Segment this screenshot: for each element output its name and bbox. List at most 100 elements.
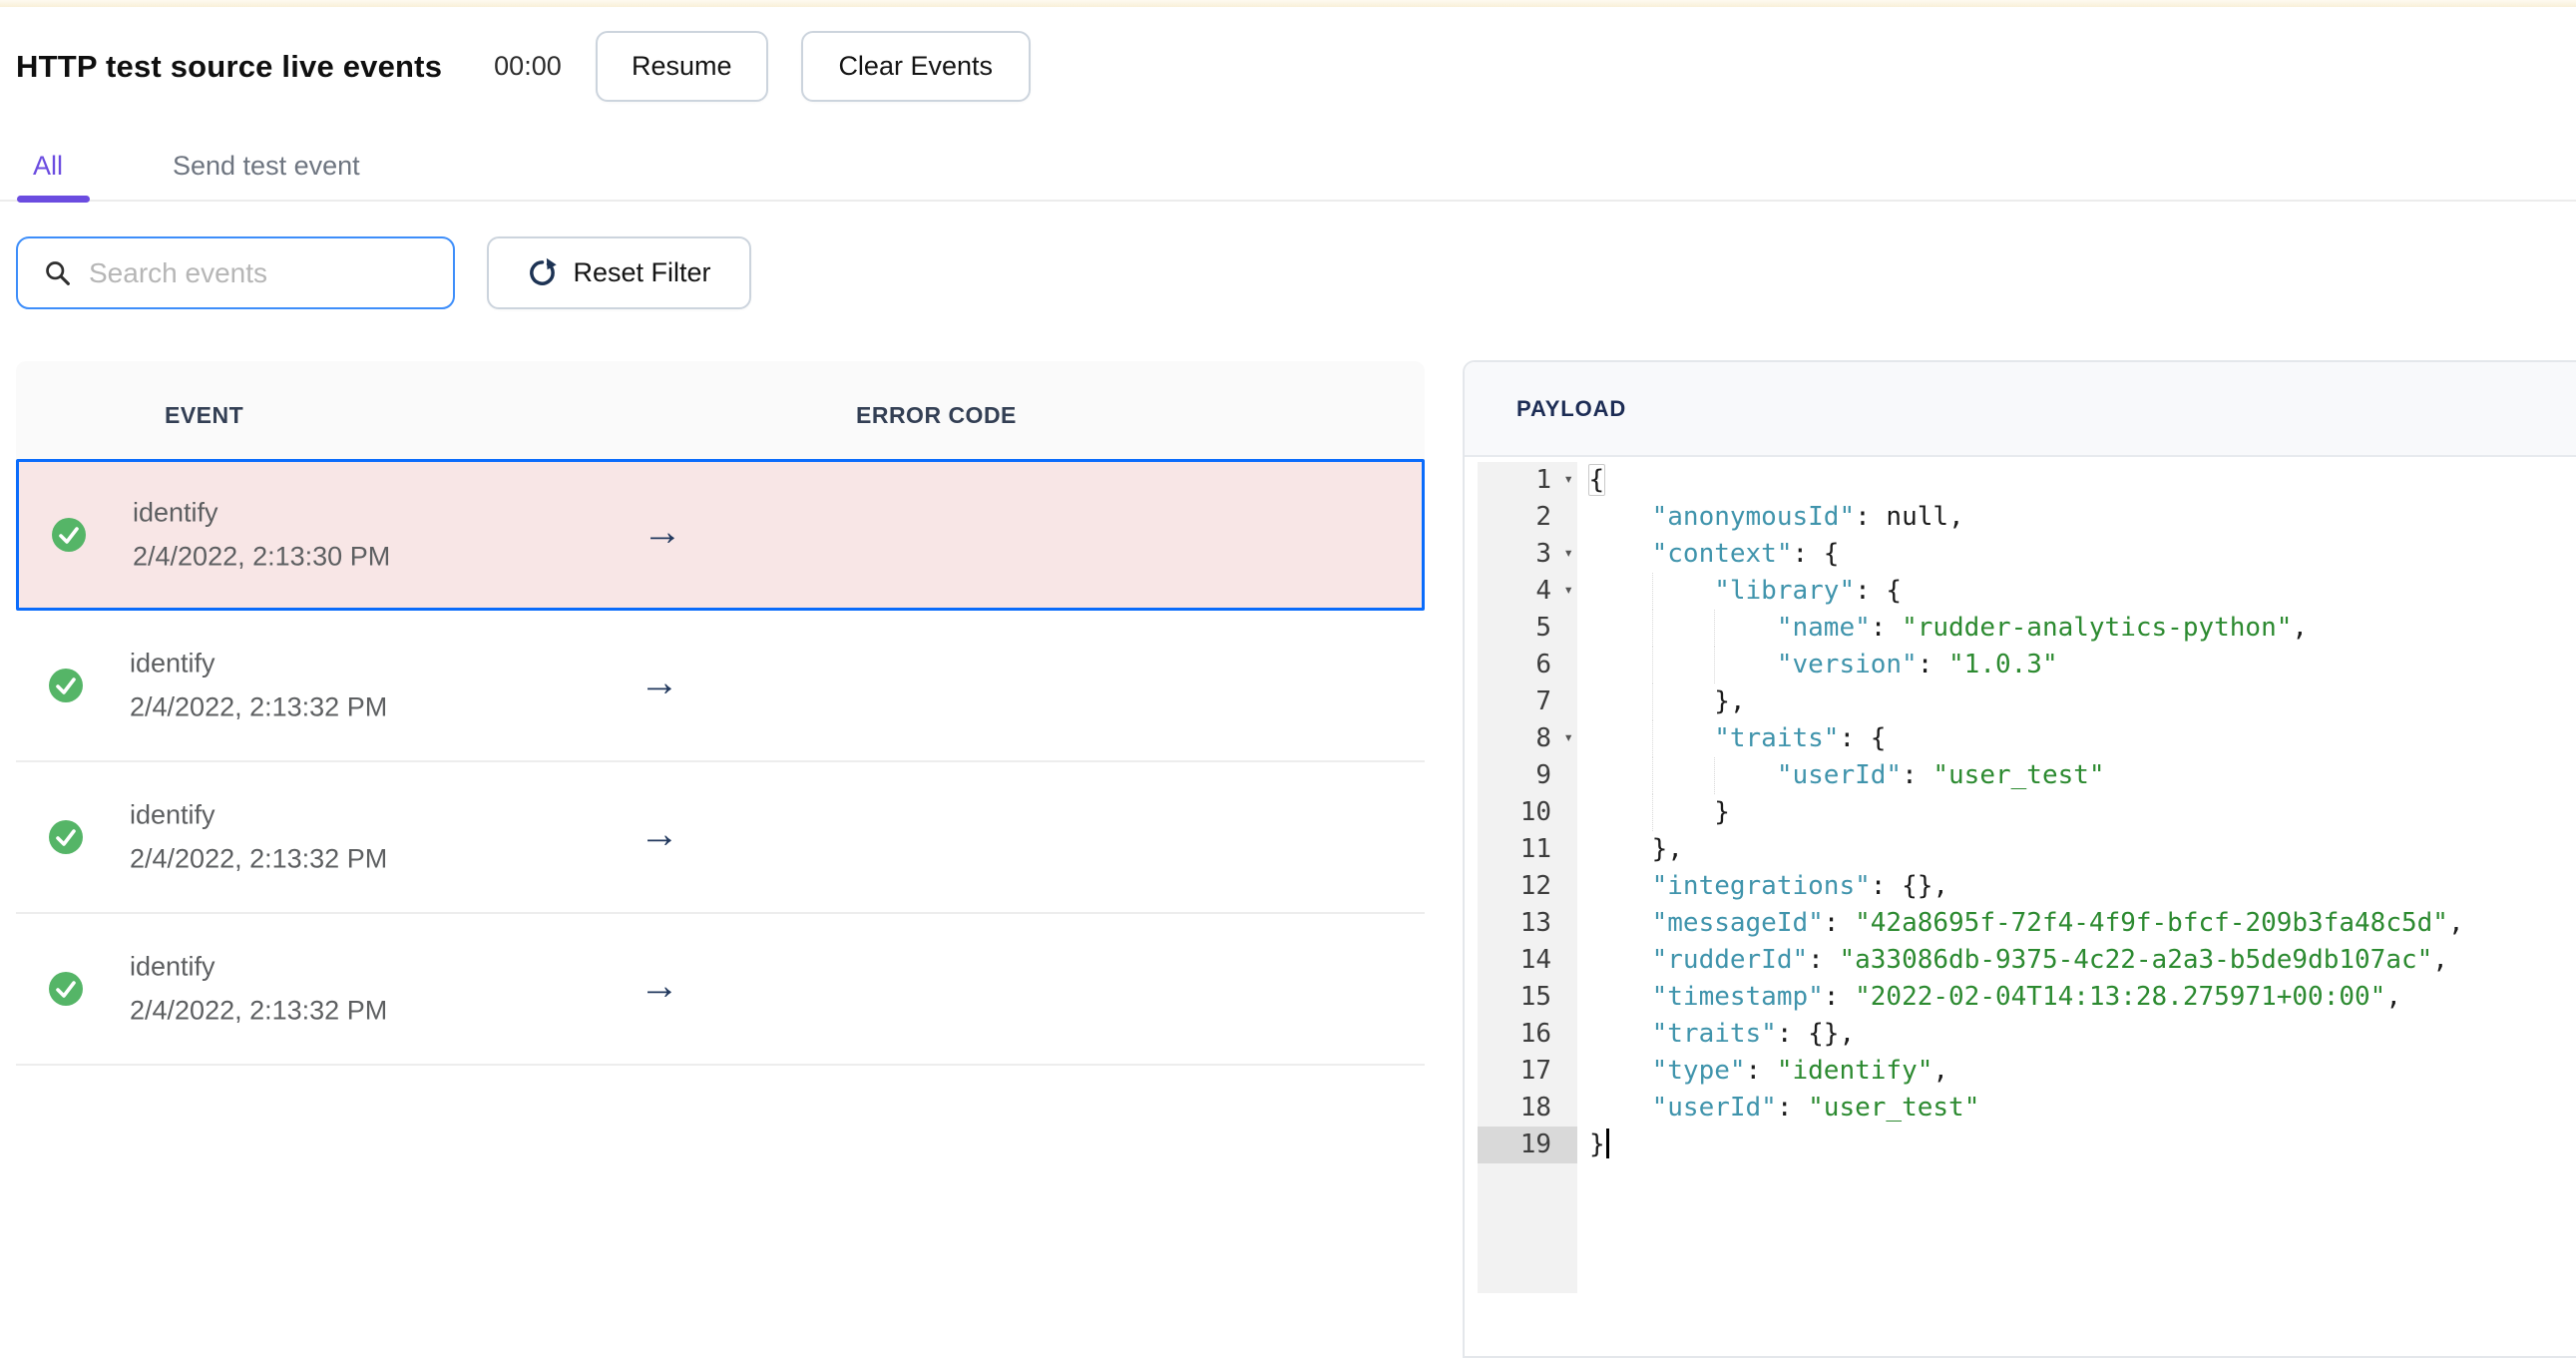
indent-guide [1589, 979, 1652, 1016]
arrow-right-icon: → [640, 963, 679, 1008]
payload-title: PAYLOAD [1516, 395, 1627, 421]
code-line: 15 "timestamp": "2022-02-04T14:13:28.2759… [1465, 979, 2576, 1016]
event-row[interactable]: identify 2/4/2022, 2:13:32 PM → [16, 611, 1425, 762]
code-text: "messageId": "42a8695f-72f4-4f9f-bfcf-20… [1577, 905, 2464, 942]
active-tab-underline [17, 196, 90, 203]
search-icon [46, 261, 70, 285]
event-meta: identify 2/4/2022, 2:13:32 PM [130, 800, 387, 875]
fold-arrow-icon[interactable]: ▾ [1563, 718, 1573, 755]
code-line: 18 "userId": "user_test" [1465, 1090, 2576, 1127]
event-timestamp: 2/4/2022, 2:13:32 PM [130, 843, 388, 874]
reset-filter-label: Reset Filter [573, 257, 711, 287]
event-timestamp: 2/4/2022, 2:13:30 PM [133, 541, 391, 572]
indent-guide [1651, 683, 1715, 720]
code-line: 10} [1465, 794, 2576, 831]
indent-guide [1651, 757, 1715, 794]
fold-arrow-icon[interactable]: ▾ [1563, 460, 1573, 497]
code-text: { [1587, 464, 1606, 496]
indent-guide [1651, 720, 1715, 757]
fold-arrow-icon[interactable]: ▾ [1563, 571, 1573, 608]
code-text: }, [1577, 683, 1746, 720]
code-line: 3 ▾ "context": { [1465, 536, 2576, 573]
code-line: 1 ▾ { [1465, 462, 2576, 499]
event-name: identify [130, 648, 215, 679]
indent-guide [1589, 1090, 1652, 1127]
payload-json-editor[interactable]: 1 ▾ {2 "anonymousId": null, 3 ▾ "context": {4 ▾… [1465, 457, 2576, 1293]
code-text: "traits": {}, [1577, 1016, 1856, 1053]
code-line: 9 "userId": "user_test" [1465, 757, 2576, 794]
code-text: "name": "rudder-analytics-python", [1577, 610, 2308, 647]
indent-guide [1714, 757, 1777, 794]
event-name: identify [133, 497, 218, 528]
indent-guide [1589, 905, 1652, 942]
event-name: identify [130, 951, 215, 982]
line-number: 6 [1478, 647, 1577, 683]
top-accent-strip [0, 0, 2576, 7]
arrow-right-icon: → [640, 660, 679, 704]
code-line: 14 "rudderId": "a33086db-9375-4c22-a2a3-b… [1465, 942, 2576, 979]
indent-guide [1589, 536, 1652, 573]
code-text: } [1577, 794, 1730, 831]
event-row[interactable]: identify 2/4/2022, 2:13:32 PM → [16, 914, 1425, 1066]
tab-all[interactable]: All [33, 151, 63, 182]
event-meta: identify 2/4/2022, 2:13:32 PM [130, 649, 387, 723]
code-text: "userId": "user_test" [1577, 757, 2105, 794]
indent-guide [1589, 868, 1652, 905]
code-text: "traits": { [1577, 720, 1886, 757]
column-header-error-code: ERROR CODE [856, 402, 1017, 428]
code-line: 17 "type": "identify", [1465, 1053, 2576, 1090]
event-row[interactable]: identify 2/4/2022, 2:13:30 PM → [16, 459, 1425, 611]
refresh-icon [530, 257, 558, 285]
tab-send-test-event[interactable]: Send test event [173, 151, 360, 182]
table-header: EVENT ERROR CODE [16, 361, 1425, 459]
event-timestamp: 2/4/2022, 2:13:32 PM [130, 691, 388, 722]
code-text: "timestamp": "2022-02-04T14:13:28.275971… [1577, 979, 2401, 1016]
event-row[interactable]: identify 2/4/2022, 2:13:32 PM → [16, 762, 1425, 914]
indent-guide [1589, 757, 1652, 794]
line-number: 2 [1478, 499, 1577, 536]
page-header: HTTP test source live events 00:00 Resum… [16, 31, 1031, 102]
line-number: 9 [1478, 757, 1577, 794]
code-text: "userId": "user_test" [1577, 1090, 1980, 1127]
event-timestamp: 2/4/2022, 2:13:32 PM [130, 995, 388, 1026]
indent-guide [1651, 647, 1715, 683]
line-number: 18 [1478, 1090, 1577, 1127]
events-table: EVENT ERROR CODE identify 2/4/2022, 2:13:… [16, 361, 1425, 1066]
indent-guide [1589, 499, 1652, 536]
page-title: HTTP test source live events [16, 48, 443, 84]
code-line: 12 "integrations": {}, [1465, 868, 2576, 905]
column-header-event: EVENT [165, 402, 244, 428]
indent-guide [1589, 610, 1652, 647]
indent-guide [1651, 573, 1715, 610]
indent-guide [1714, 647, 1777, 683]
code-line: 5 "name": "rudder-analytics-python", [1465, 610, 2576, 647]
search-input[interactable] [87, 255, 420, 290]
code-line: 13 "messageId": "42a8695f-72f4-4f9f-bfcf-… [1465, 905, 2576, 942]
code-line: 19} [1465, 1127, 2576, 1163]
code-line: 7}, [1465, 683, 2576, 720]
line-number: 17 [1478, 1053, 1577, 1090]
event-rows: identify 2/4/2022, 2:13:30 PM → identify 2/4… [16, 459, 1425, 1066]
code-text: "integrations": {}, [1577, 868, 1948, 905]
line-number: 15 [1478, 979, 1577, 1016]
line-number: 13 [1478, 905, 1577, 942]
line-number: 16 [1478, 1016, 1577, 1053]
indent-guide [1589, 1053, 1652, 1090]
payload-header: PAYLOAD [1465, 362, 2576, 457]
success-check-icon [49, 669, 83, 702]
event-meta: identify 2/4/2022, 2:13:32 PM [130, 952, 387, 1027]
payload-panel: PAYLOAD 1 ▾ {2 "anonymousId": null, 3 ▾ "conte… [1463, 360, 2576, 1358]
fold-arrow-icon[interactable]: ▾ [1563, 534, 1573, 571]
code-line: 16 "traits": {}, [1465, 1016, 2576, 1053]
code-line: 6 "version": "1.0.3" [1465, 647, 2576, 683]
indent-guide [1589, 720, 1652, 757]
code-text: "version": "1.0.3" [1577, 647, 2058, 683]
code-text: "type": "identify", [1577, 1053, 1948, 1090]
success-check-icon [49, 820, 83, 854]
line-number: 12 [1478, 868, 1577, 905]
resume-button[interactable]: Resume [595, 31, 768, 102]
clear-events-button[interactable]: Clear Events [800, 31, 1031, 102]
reset-filter-button[interactable]: Reset Filter [487, 236, 751, 309]
indent-guide [1589, 942, 1652, 979]
line-number: 10 [1478, 794, 1577, 831]
